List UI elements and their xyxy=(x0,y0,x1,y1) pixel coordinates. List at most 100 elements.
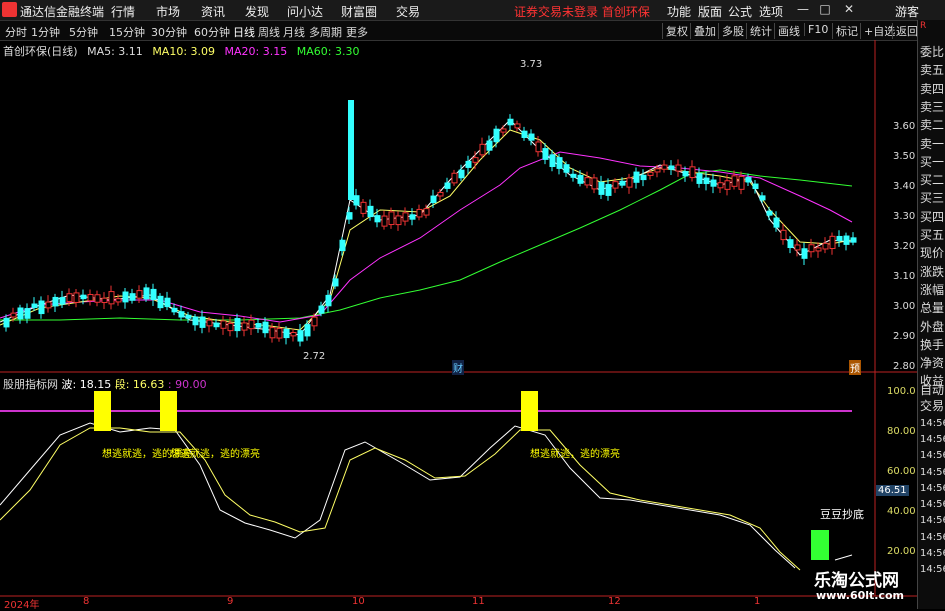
candle-body xyxy=(108,291,115,305)
candle-body xyxy=(395,215,402,226)
tick-time: 14:56 xyxy=(920,499,945,511)
tick-time: 14:56 xyxy=(920,531,945,543)
low-price-label: 2.72 xyxy=(303,351,326,362)
candle-body xyxy=(164,297,171,308)
candle-body xyxy=(451,172,458,184)
candle-body xyxy=(437,191,444,197)
signal-box-3 xyxy=(521,391,538,431)
candle-body xyxy=(822,242,829,250)
candle-body xyxy=(73,292,80,303)
candle-body xyxy=(843,235,850,245)
signal-box-2 xyxy=(160,391,177,431)
candle-body xyxy=(507,118,514,126)
candle-body xyxy=(773,217,780,228)
chart-canvas xyxy=(0,40,917,597)
signal-text-3: 想逃就逃，逃的漂亮 xyxy=(530,449,620,460)
candle-body xyxy=(178,311,185,318)
price-tick: 2.80 xyxy=(893,361,916,372)
dou-label: 豆豆抄底 xyxy=(820,508,864,521)
tick-time: 14:56 xyxy=(920,564,945,576)
candle-body xyxy=(724,180,731,190)
quote-field-label: 委比 xyxy=(920,45,945,59)
candle-body xyxy=(570,173,577,178)
quote-field-label: 卖二 xyxy=(920,118,945,133)
candle-body xyxy=(612,181,619,189)
candle-body xyxy=(703,177,710,185)
auto-trade-label[interactable]: 自动 xyxy=(920,384,945,397)
candle-body xyxy=(17,307,24,320)
candle-body xyxy=(500,128,507,133)
candle-body xyxy=(759,195,766,201)
yu-marker[interactable]: 预 xyxy=(849,360,861,375)
tick-time: 14:56 xyxy=(920,417,945,429)
date-label: 12 xyxy=(608,596,621,607)
candle-body xyxy=(752,183,759,190)
tick-time: 14:56 xyxy=(920,450,945,462)
candle-body xyxy=(689,166,696,179)
watermark-url: www.60lt.com xyxy=(816,589,905,602)
candle-body xyxy=(262,321,269,334)
candle-body xyxy=(661,164,668,170)
indicator-legend: 股朋指标网 波: 18.15 段: 16.63 : 90.00 xyxy=(3,376,207,392)
quote-side-panel: R 委比 卖五 卖四 卖三 卖二 卖一 买一 买二 买三 买四 买五 现价 涨跌 涨幅 总量 外盘 换手 净资 收益… xyxy=(917,20,945,609)
candle-body xyxy=(472,157,479,163)
candle-body xyxy=(171,307,178,313)
candle-body xyxy=(199,316,206,328)
candle-body xyxy=(696,173,703,184)
candle-body xyxy=(332,278,339,287)
candle-body xyxy=(416,208,423,218)
signal-text-2: 想逃就逃，逃的漂亮 xyxy=(170,449,260,460)
candle-body xyxy=(45,301,52,309)
quote-field-label: 卖三 xyxy=(920,99,945,114)
candle-body xyxy=(269,327,276,339)
candle-body xyxy=(626,177,633,188)
watermark-title: 乐淘公式网 xyxy=(814,571,899,591)
candle-body xyxy=(311,316,318,327)
candle-body xyxy=(87,293,94,302)
quote-field-label: 卖一 xyxy=(920,136,945,151)
quote-field-label: 买五 xyxy=(920,228,945,242)
date-label: 11 xyxy=(472,596,485,607)
candle-body xyxy=(556,157,563,169)
candle-body xyxy=(493,128,500,143)
cai-marker[interactable]: 财 xyxy=(452,360,464,375)
candle-body xyxy=(339,239,346,252)
candle-body xyxy=(185,314,192,319)
quote-field-label: 涨跌 xyxy=(920,264,945,279)
candle-body xyxy=(458,169,465,179)
quote-field-label: 外盘 xyxy=(920,319,945,334)
candle-body xyxy=(143,287,150,300)
candle-body xyxy=(122,291,129,303)
candle-body xyxy=(360,201,367,214)
candle-body xyxy=(234,318,241,332)
candle-body xyxy=(423,208,430,216)
price-tick: 3.20 xyxy=(893,241,916,252)
quote-field-label: 现价 xyxy=(920,246,945,261)
candle-body xyxy=(325,294,332,307)
ma5-line xyxy=(0,119,853,336)
candle-body xyxy=(374,215,381,223)
candle-body xyxy=(717,182,724,189)
quote-field-label: 买二 xyxy=(920,173,945,188)
candle-body xyxy=(381,215,388,227)
indicator-tick: 40.00 xyxy=(887,506,916,517)
candle-body xyxy=(780,229,787,241)
indicator-tick: 100.0 xyxy=(887,386,916,397)
date-label: 8 xyxy=(83,596,90,607)
price-tick: 3.00 xyxy=(893,301,916,312)
candle-body xyxy=(206,319,213,327)
candle-body xyxy=(605,184,612,196)
auto-trade-label[interactable]: 交易 xyxy=(920,400,945,413)
indicator-tick: 80.00 xyxy=(887,426,916,437)
quote-field-label: 卖五 xyxy=(920,63,945,78)
candle-body xyxy=(346,212,353,220)
candle-body xyxy=(297,330,304,342)
quote-field-label: 换手 xyxy=(920,337,945,352)
candle-body xyxy=(283,328,290,339)
candle-body xyxy=(577,174,584,184)
tick-time: 14:56 xyxy=(920,433,945,445)
candle-body xyxy=(836,235,843,242)
date-label: 10 xyxy=(352,596,365,607)
candle-body xyxy=(829,235,836,250)
candle-body xyxy=(367,205,374,218)
